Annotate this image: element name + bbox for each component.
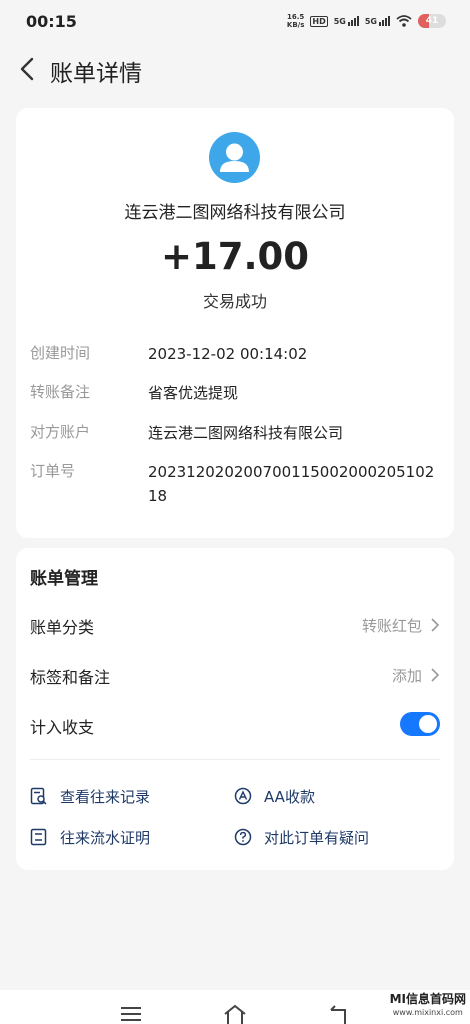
back-nav-icon[interactable] [328,1004,350,1024]
divider [30,759,440,760]
watermark: MI信息首码网 www.mixinxi.com [389,992,466,1018]
merchant-name: 连云港二图网络科技有限公司 [124,203,346,223]
detail-value: 2023-12-02 00:14:02 [148,345,308,363]
network-speed: 16.5 KB/s [286,13,305,29]
merchant-avatar-icon [209,132,260,183]
hd-badge: HD [310,15,328,27]
count-in-income-toggle[interactable] [400,712,440,736]
wifi-icon [396,15,412,27]
detail-label: 转账备注 [30,383,91,401]
battery-icon: 41 [418,14,446,28]
signal-2-icon: 5G [365,16,390,26]
bill-category-row[interactable]: 账单分类 转账红包 [30,610,440,640]
count-in-income-row: 计入收支 [30,710,440,740]
tags-notes-value: 添加 [391,667,422,685]
home-icon[interactable] [223,1004,247,1024]
document-icon [30,828,47,846]
question-icon [234,828,252,846]
status-icons: 16.5 KB/s HD 5G 5G 41 [287,13,446,29]
page-title: 账单详情 [50,61,142,87]
chevron-right-icon [431,618,440,632]
signal-1-icon: 5G [334,16,359,26]
bill-category-label: 账单分类 [30,618,95,637]
tags-notes-row[interactable]: 标签和备注 添加 [30,660,440,690]
transaction-amount: +17.00 [160,235,310,278]
status-bar: 00:15 16.5 KB/s HD 5G 5G 41 [0,0,470,44]
bill-summary-card: 连云港二图网络科技有限公司 +17.00 交易成功 创建时间 2023-12-0… [16,108,454,538]
chevron-right-icon [431,668,440,682]
detail-value: 省客优选提现 [148,384,239,402]
transaction-status: 交易成功 [202,292,267,311]
detail-label: 创建时间 [30,344,91,362]
tags-notes-label: 标签和备注 [30,668,111,687]
back-arrow-icon[interactable] [16,56,40,82]
detail-label: 对方账户 [30,423,91,441]
count-in-income-label: 计入收支 [30,718,95,737]
detail-label: 订单号 [30,462,76,480]
detail-value: 连云港二图网络科技有限公司 [148,424,344,442]
record-search-icon [30,787,47,805]
status-time: 00:15 [26,12,77,31]
section-title: 账单管理 [30,569,98,589]
bill-management-card: 账单管理 账单分类 转账红包 标签和备注 添加 计入收支 查看往来记录 AA收款… [16,548,454,870]
page-header: 账单详情 [0,44,470,94]
toggle-knob [419,715,437,733]
bill-category-value: 转账红包 [361,617,422,635]
detail-value: 20231202020070011500200020510218 [148,463,435,505]
aa-icon [234,787,252,805]
menu-icon[interactable] [120,1004,142,1022]
